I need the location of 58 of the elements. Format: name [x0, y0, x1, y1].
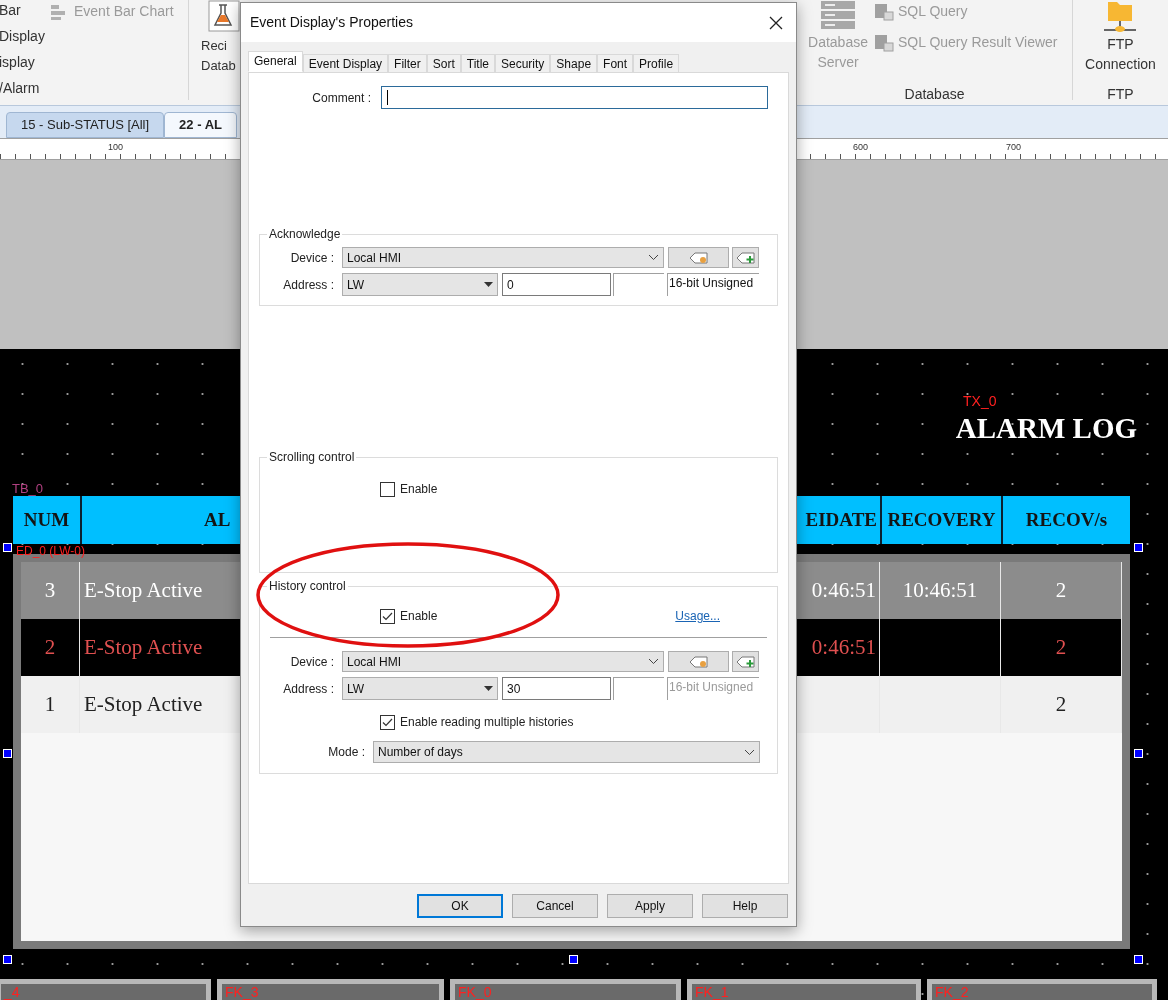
object-label: TB_0	[12, 480, 44, 498]
ribbon-group-label: Database	[903, 85, 966, 104]
column-header: RECOVERY	[882, 496, 1001, 544]
ribbon-item-label: SQL Query	[898, 2, 968, 21]
screen-title: ALARM LOG	[955, 411, 1137, 447]
column-header: RECOV/s	[1003, 496, 1130, 544]
object-label: TX_0	[963, 392, 997, 411]
field-label: Mode :	[327, 744, 366, 761]
group-title: Scrolling control	[268, 449, 356, 466]
ribbon-group-label: FTP	[1107, 85, 1134, 104]
ribbon-item-label: Connection	[1085, 55, 1156, 74]
ribbon-item-label: Database	[808, 33, 868, 52]
object-label: ED_0 (LW-0)	[16, 544, 85, 558]
ribbon-item-label: Reci	[201, 37, 227, 55]
field-label: Device :	[289, 653, 335, 671]
table-cell-text: 10:46:51	[902, 576, 978, 604]
checkbox-label: Enable	[400, 481, 438, 498]
dropdown-value: Local HMI	[347, 249, 402, 267]
ruler-label: 600	[853, 141, 869, 154]
checkbox-label: Enable	[400, 608, 438, 625]
object-label: FK_2	[934, 984, 970, 1000]
checkbox-label: Enable reading multiple histories	[400, 714, 574, 731]
object-label: FK_3	[224, 984, 260, 1000]
ruler-label: 100	[108, 141, 124, 154]
ribbon-item-label: Server	[817, 53, 859, 72]
dropdown-value: LW	[347, 680, 365, 698]
table-cell-text: 0:46:51	[811, 633, 876, 661]
dropdown-value: Number of days	[378, 744, 463, 761]
dropdown-value: Local HMI	[347, 653, 402, 671]
table-cell-text: 2	[1055, 633, 1067, 661]
table-cell-text: 2	[1055, 690, 1067, 718]
field-label: Device :	[289, 249, 335, 267]
group-title: History control	[268, 578, 347, 595]
field-label: Address :	[282, 276, 335, 294]
ribbon-item-label: Datab	[201, 57, 236, 75]
ribbon-item-label: SQL Query Result Viewer	[898, 33, 1058, 52]
table-cell-text: E-Stop Active	[84, 633, 203, 661]
column-header: NUM	[13, 496, 80, 544]
object-label: FK_0	[457, 984, 493, 1000]
table-cell-text: 2	[44, 633, 56, 661]
ruler-label: 700	[1006, 141, 1022, 154]
dropdown-value: LW	[347, 276, 365, 294]
dialog-title: Event Display's Properties	[250, 13, 413, 32]
object-label: FK_1	[694, 984, 730, 1000]
ribbon-item-label: FTP	[1107, 35, 1134, 54]
ribbon-item-label: Event Bar Chart	[74, 2, 174, 21]
object-label: _4	[2, 984, 21, 1000]
table-cell-text: 1	[44, 690, 56, 718]
table-cell-text: E-Stop Active	[84, 576, 203, 604]
table-cell-text: 2	[1055, 576, 1067, 604]
table-cell-text: 3	[44, 576, 56, 604]
table-cell-text: E-Stop Active	[84, 690, 203, 718]
table-cell-text: 0:46:51	[811, 576, 876, 604]
field-label: Comment :	[311, 89, 371, 107]
data-type-label: 16-bit Unsigned	[667, 677, 759, 700]
data-type-label: 16-bit Unsigned	[667, 273, 759, 296]
field-label: Address :	[282, 680, 335, 698]
group-title: Acknowledge	[268, 226, 342, 243]
